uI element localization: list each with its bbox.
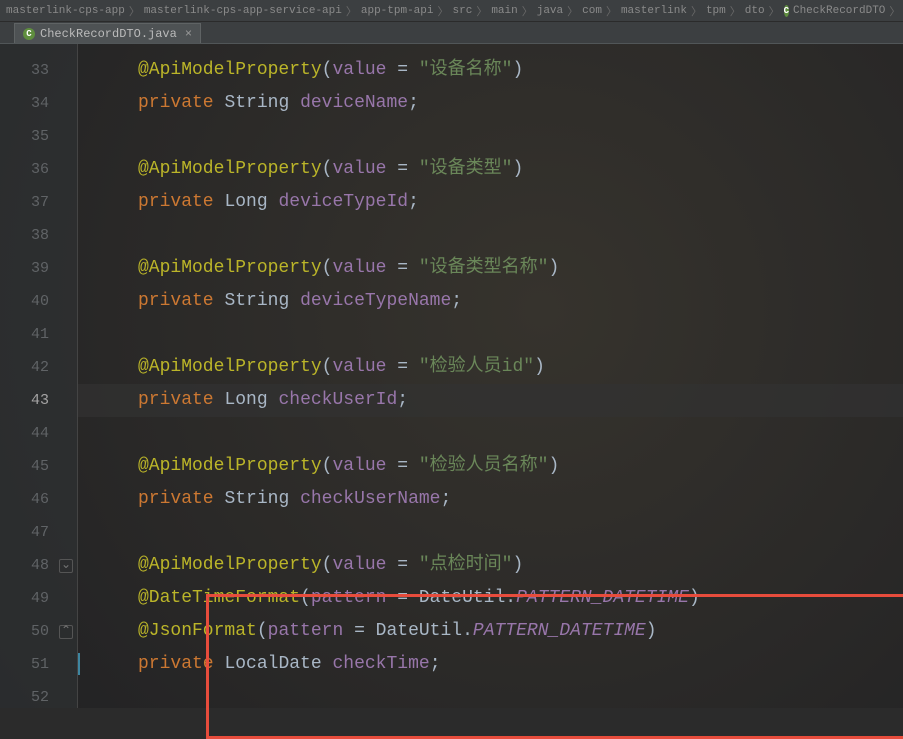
chevron-right-icon: 〉	[730, 3, 741, 19]
crumb[interactable]: masterlink-cps-app-service-api	[144, 5, 342, 17]
code-line: private String deviceName;	[78, 87, 903, 120]
line-number[interactable]: 45	[0, 450, 77, 483]
code-line: @ApiModelProperty(value = "点检时间")	[78, 549, 903, 582]
code-line: @ApiModelProperty(value = "设备类型")	[78, 153, 903, 186]
line-number[interactable]: 37	[0, 186, 77, 219]
line-number[interactable]: 46	[0, 483, 77, 516]
class-icon: C	[23, 28, 35, 40]
line-number[interactable]: 39	[0, 252, 77, 285]
fold-close-icon[interactable]: ⌃	[59, 625, 73, 639]
chevron-right-icon: 〉	[769, 3, 780, 19]
line-number[interactable]: 34	[0, 87, 77, 120]
chevron-right-icon: 〉	[129, 3, 140, 19]
code-line	[78, 516, 903, 549]
line-number[interactable]: 51	[0, 648, 77, 681]
line-number[interactable]: 52	[0, 681, 77, 714]
code-line	[78, 681, 903, 714]
code-line	[78, 318, 903, 351]
close-icon[interactable]: ×	[185, 27, 192, 41]
code-line: private String deviceTypeName;	[78, 285, 903, 318]
chevron-right-icon: 〉	[522, 3, 533, 19]
code-line	[78, 219, 903, 252]
crumb[interactable]: masterlink	[621, 5, 687, 17]
editor-tab[interactable]: C CheckRecordDTO.java ×	[14, 23, 201, 43]
code-line: @DateTimeFormat(pattern = DateUtil.PATTE…	[78, 582, 903, 615]
crumb[interactable]: tpm	[706, 5, 726, 17]
chevron-right-icon: 〉	[476, 3, 487, 19]
line-number[interactable]: 40	[0, 285, 77, 318]
code-line: @ApiModelProperty(value = "设备名称")	[78, 54, 903, 87]
code-line: @JsonFormat(pattern = DateUtil.PATTERN_D…	[78, 615, 903, 648]
line-gutter[interactable]: 33343536373839404142434445464748⌄4950⌃51…	[0, 44, 78, 708]
line-number[interactable]: 38	[0, 219, 77, 252]
line-number[interactable]: 49	[0, 582, 77, 615]
line-number[interactable]: 35	[0, 120, 77, 153]
tab-bar: C CheckRecordDTO.java ×	[0, 22, 903, 44]
crumb[interactable]: dto	[745, 5, 765, 17]
crumb[interactable]: com	[582, 5, 602, 17]
crumb[interactable]: masterlink-cps-app	[6, 5, 125, 17]
chevron-right-icon: 〉	[346, 3, 357, 19]
line-number[interactable]: 36	[0, 153, 77, 186]
crumb[interactable]: src	[453, 5, 473, 17]
line-number[interactable]: 42	[0, 351, 77, 384]
crumb[interactable]: app-tpm-api	[361, 5, 434, 17]
line-number[interactable]: 44	[0, 417, 77, 450]
code-area[interactable]: @ApiModelProperty(value = "设备名称") privat…	[78, 44, 903, 708]
code-editor[interactable]: 33343536373839404142434445464748⌄4950⌃51…	[0, 44, 903, 708]
breadcrumb[interactable]: masterlink-cps-app 〉 masterlink-cps-app-s…	[0, 0, 903, 22]
code-line: private Long deviceTypeId;	[78, 186, 903, 219]
chevron-right-icon: 〉	[438, 3, 449, 19]
line-number[interactable]: 48⌄	[0, 549, 77, 582]
line-number[interactable]: 50⌃	[0, 615, 77, 648]
fold-open-icon[interactable]: ⌄	[59, 559, 73, 573]
chevron-right-icon: 〉	[567, 3, 578, 19]
code-line	[78, 120, 903, 153]
code-line	[78, 417, 903, 450]
code-line: private Long checkUserId;	[78, 384, 903, 417]
line-number[interactable]: 41	[0, 318, 77, 351]
code-line: @ApiModelProperty(value = "检验人员id")	[78, 351, 903, 384]
tab-filename: CheckRecordDTO.java	[40, 27, 177, 41]
code-line: @ApiModelProperty(value = "设备类型名称")	[78, 252, 903, 285]
line-number[interactable]: 43	[0, 384, 77, 417]
crumb[interactable]: main	[491, 5, 517, 17]
crumb[interactable]: java	[537, 5, 563, 17]
chevron-right-icon: 〉	[889, 3, 900, 19]
code-line: @ApiModelProperty(value = "检验人员名称")	[78, 450, 903, 483]
line-number[interactable]: 47	[0, 516, 77, 549]
chevron-right-icon: 〉	[691, 3, 702, 19]
class-icon: C	[784, 5, 789, 17]
crumb-class[interactable]: CheckRecordDTO	[793, 5, 885, 17]
code-line: private LocalDate checkTime;	[78, 648, 903, 681]
code-line: private String checkUserName;	[78, 483, 903, 516]
line-number[interactable]: 33	[0, 54, 77, 87]
chevron-right-icon: 〉	[606, 3, 617, 19]
